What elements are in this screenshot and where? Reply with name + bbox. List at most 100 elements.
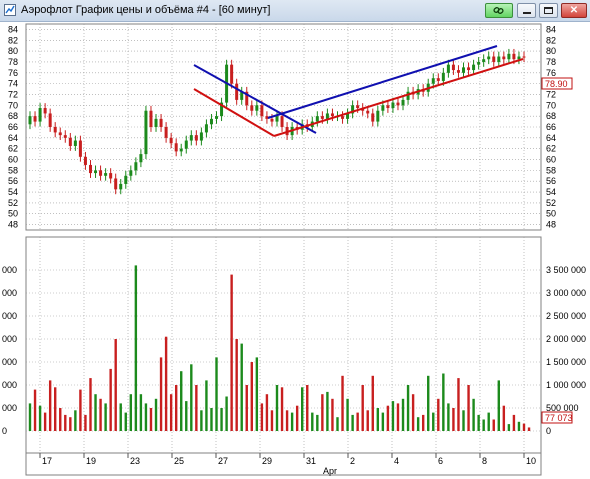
volume-bar bbox=[28, 403, 32, 431]
volume-bar bbox=[129, 394, 133, 431]
minimize-button[interactable] bbox=[517, 3, 536, 18]
candle-body bbox=[149, 110, 153, 127]
volume-tick-right: 0 bbox=[546, 426, 551, 436]
candle-body bbox=[144, 110, 148, 155]
volume-tick-right: 2 000 000 bbox=[546, 334, 586, 344]
candle-body bbox=[275, 116, 279, 122]
volume-tick-right: 1 500 000 bbox=[546, 357, 586, 367]
volume-bar bbox=[285, 410, 289, 431]
volume-bar bbox=[240, 343, 243, 431]
volume-bar bbox=[512, 414, 516, 431]
volume-bar bbox=[265, 394, 269, 431]
candle-body bbox=[194, 135, 198, 141]
volume-bar bbox=[109, 368, 112, 431]
close-button[interactable]: ✕ bbox=[561, 3, 587, 18]
price-tick-left: 50 bbox=[8, 209, 18, 219]
link-button[interactable] bbox=[485, 3, 513, 18]
date-tick-label: 19 bbox=[86, 456, 96, 466]
volume-bar bbox=[94, 394, 97, 431]
volume-bar bbox=[48, 380, 52, 431]
candle-body bbox=[53, 127, 57, 133]
volume-bar bbox=[432, 412, 435, 431]
price-tick-left: 60 bbox=[8, 155, 18, 165]
volume-bar bbox=[457, 378, 460, 431]
candle-body bbox=[456, 70, 460, 73]
candle-body bbox=[341, 116, 345, 119]
volume-bar bbox=[54, 387, 57, 431]
price-tick-right: 68 bbox=[546, 111, 556, 121]
candle-body bbox=[68, 137, 72, 146]
candle-body bbox=[94, 170, 98, 174]
volume-bar bbox=[290, 412, 294, 431]
candle-body bbox=[179, 148, 183, 152]
last-price-value: 78.90 bbox=[545, 79, 568, 89]
price-tick-left: 82 bbox=[8, 35, 18, 45]
candle-body bbox=[472, 64, 476, 71]
maximize-button[interactable] bbox=[539, 3, 558, 18]
candle-body bbox=[139, 154, 143, 163]
candle-body bbox=[431, 78, 435, 84]
volume-bar bbox=[371, 375, 374, 431]
price-volume-chart[interactable]: 8484828280807878767674747272707068686666… bbox=[0, 22, 590, 479]
price-tick-left: 66 bbox=[8, 122, 18, 132]
candle-body bbox=[134, 162, 138, 171]
volume-bar bbox=[517, 421, 521, 431]
volume-bar bbox=[331, 398, 334, 431]
candle-body bbox=[436, 78, 440, 81]
price-tick-right: 54 bbox=[546, 187, 556, 197]
candle-body bbox=[441, 72, 445, 81]
volume-bar bbox=[79, 389, 82, 431]
volume-bar bbox=[154, 398, 158, 431]
volume-bar bbox=[381, 412, 385, 431]
volume-bar bbox=[452, 408, 455, 431]
volume-tick-left: 000 bbox=[2, 288, 17, 298]
volume-bar bbox=[59, 408, 62, 431]
volume-bar bbox=[64, 414, 67, 431]
date-tick-label: 10 bbox=[526, 456, 536, 466]
candle-body bbox=[199, 132, 203, 141]
price-tick-right: 84 bbox=[546, 24, 556, 34]
volume-tick-right: 2 500 000 bbox=[546, 311, 586, 321]
volume-bar bbox=[497, 380, 500, 431]
volume-bar bbox=[69, 417, 72, 431]
volume-bar bbox=[114, 339, 117, 431]
date-axis-frame bbox=[25, 452, 542, 476]
price-tick-right: 60 bbox=[546, 155, 556, 165]
volume-bar bbox=[311, 412, 314, 431]
candle-body bbox=[235, 83, 239, 100]
price-tick-right: 78 bbox=[546, 57, 556, 67]
price-tick-left: 58 bbox=[8, 165, 18, 175]
volume-bar bbox=[321, 394, 324, 431]
price-tick-left: 78 bbox=[8, 57, 18, 67]
volume-bar bbox=[260, 403, 264, 431]
price-tick-left: 52 bbox=[8, 198, 18, 208]
candle-body bbox=[215, 116, 219, 119]
chart-area[interactable]: 8484828280807878767674747272707068686666… bbox=[0, 22, 590, 479]
volume-bar bbox=[462, 410, 465, 431]
candle-body bbox=[124, 175, 128, 184]
price-tick-right: 56 bbox=[546, 176, 556, 186]
volume-bar bbox=[180, 371, 183, 431]
candle-body bbox=[381, 105, 385, 111]
candle-body bbox=[522, 56, 526, 58]
price-tick-left: 62 bbox=[8, 144, 18, 154]
volume-bar bbox=[205, 380, 208, 431]
price-tick-left: 56 bbox=[8, 176, 18, 186]
volume-bar bbox=[43, 412, 47, 431]
chart-app-icon bbox=[4, 4, 16, 16]
candle-body bbox=[83, 156, 87, 165]
volume-bar bbox=[467, 385, 470, 431]
candle-body bbox=[38, 108, 42, 122]
candle-body bbox=[63, 135, 67, 138]
volume-bar bbox=[472, 398, 475, 431]
volume-bar bbox=[124, 412, 127, 431]
candle-body bbox=[401, 99, 405, 106]
volume-bar bbox=[356, 412, 359, 431]
volume-bar bbox=[250, 362, 253, 431]
volume-bar bbox=[351, 414, 354, 431]
price-tick-left: 70 bbox=[8, 100, 18, 110]
volume-bar bbox=[316, 414, 319, 431]
minimize-icon bbox=[522, 12, 531, 14]
volume-axis: 3 500 000 3 000 000 2 500 000 2 000 000 1 50… bbox=[546, 265, 586, 436]
date-tick-label: 27 bbox=[218, 456, 228, 466]
